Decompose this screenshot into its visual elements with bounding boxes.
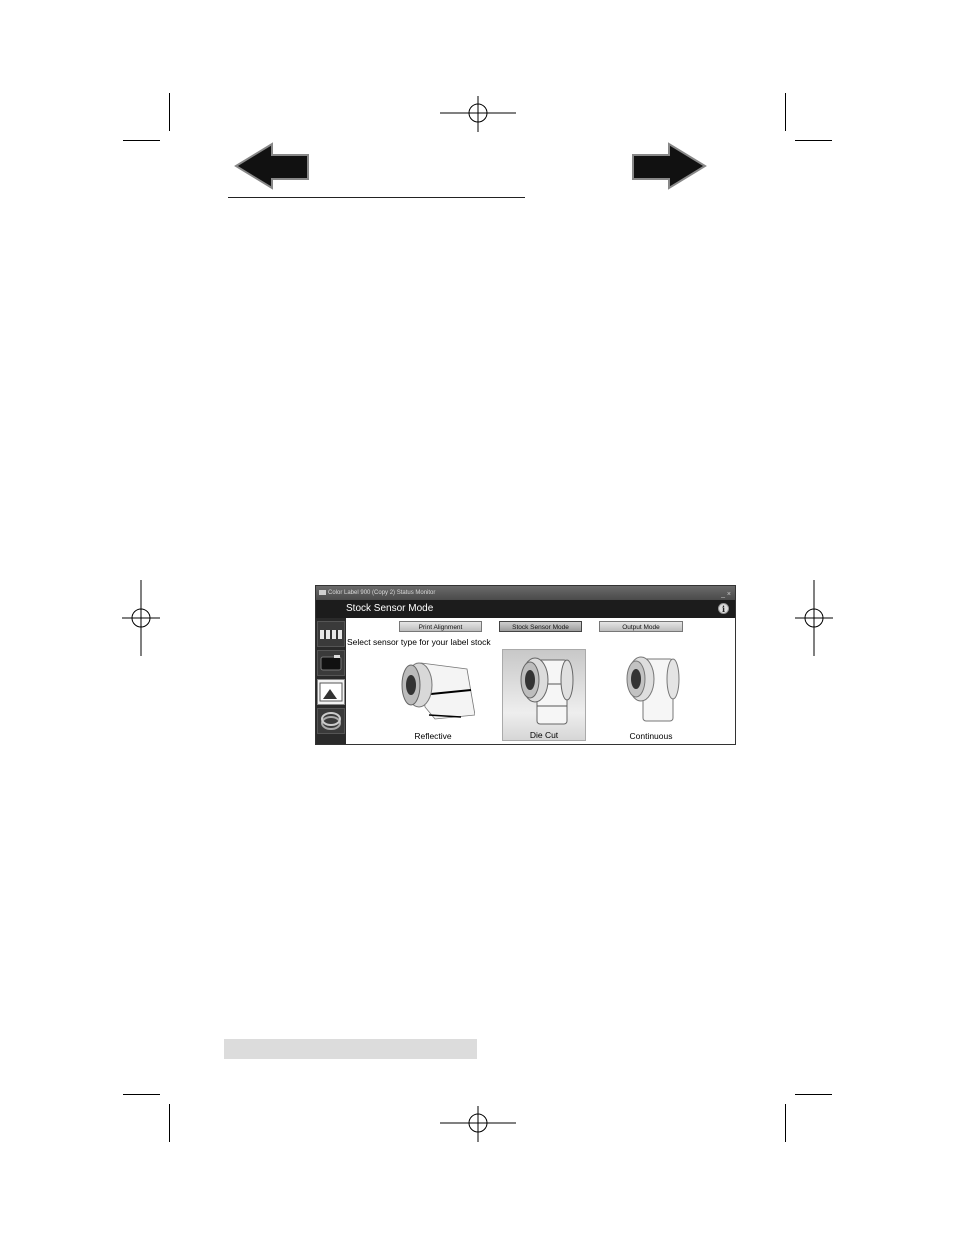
crop-mark [785,93,786,131]
section-title: Stock Sensor Mode [346,603,434,614]
crop-mark [795,1094,832,1095]
crop-mark [123,1094,160,1095]
crop-mark [785,1104,786,1142]
cartridge-icon [320,655,342,671]
print-alignment-icon [320,630,342,639]
option-label: Reflective [414,731,452,741]
crop-mark [169,1104,170,1142]
footer-bar [224,1039,477,1059]
option-die-cut[interactable]: Die Cut [502,649,586,741]
output-roll-icon [321,712,341,730]
crop-mark [123,140,160,141]
reflective-roll-icon [401,662,475,720]
window-title: Color Label 900 (Copy 2) Status Monitor [328,590,436,596]
section-header: Stock Sensor Mode i [316,600,735,618]
tab-stock-sensor-mode[interactable]: Stock Sensor Mode [499,621,582,632]
sidebar-item-print-alignment[interactable] [317,621,345,647]
left-arrow-icon[interactable] [234,142,310,190]
tab-output-mode[interactable]: Output Mode [599,621,683,632]
app-logo-icon [319,590,326,595]
header-rule [228,197,525,198]
option-continuous[interactable]: Continuous [609,649,693,741]
option-label: Continuous [629,731,673,741]
crop-mark [169,93,170,131]
sidebar-item-cartridge[interactable] [317,650,345,676]
sidebar [316,618,346,744]
right-arrow-icon[interactable] [631,142,707,190]
sidebar-item-stock-sensor[interactable] [317,679,345,705]
info-icon[interactable]: i [718,603,729,614]
die-cut-roll-icon [520,657,574,725]
continuous-roll-icon [626,656,680,722]
registration-mark-icon [440,1106,516,1142]
status-monitor-window: Color Label 900 (Copy 2) Status Monitor … [315,585,736,745]
sensor-prompt: Select sensor type for your label stock [347,637,491,647]
option-reflective[interactable]: Reflective [391,649,475,741]
tab-print-alignment[interactable]: Print Alignment [399,621,482,632]
crop-mark [795,140,832,141]
option-label: Die Cut [529,730,559,740]
registration-mark-icon [795,580,833,656]
main-content: Print Alignment Stock Sensor Mode Output… [346,618,735,744]
sidebar-item-output-mode[interactable] [317,708,345,734]
window-titlebar: Color Label 900 (Copy 2) Status Monitor … [316,586,735,600]
registration-mark-icon [122,580,160,656]
stock-sensor-icon [319,682,343,702]
registration-mark-icon [440,96,516,132]
